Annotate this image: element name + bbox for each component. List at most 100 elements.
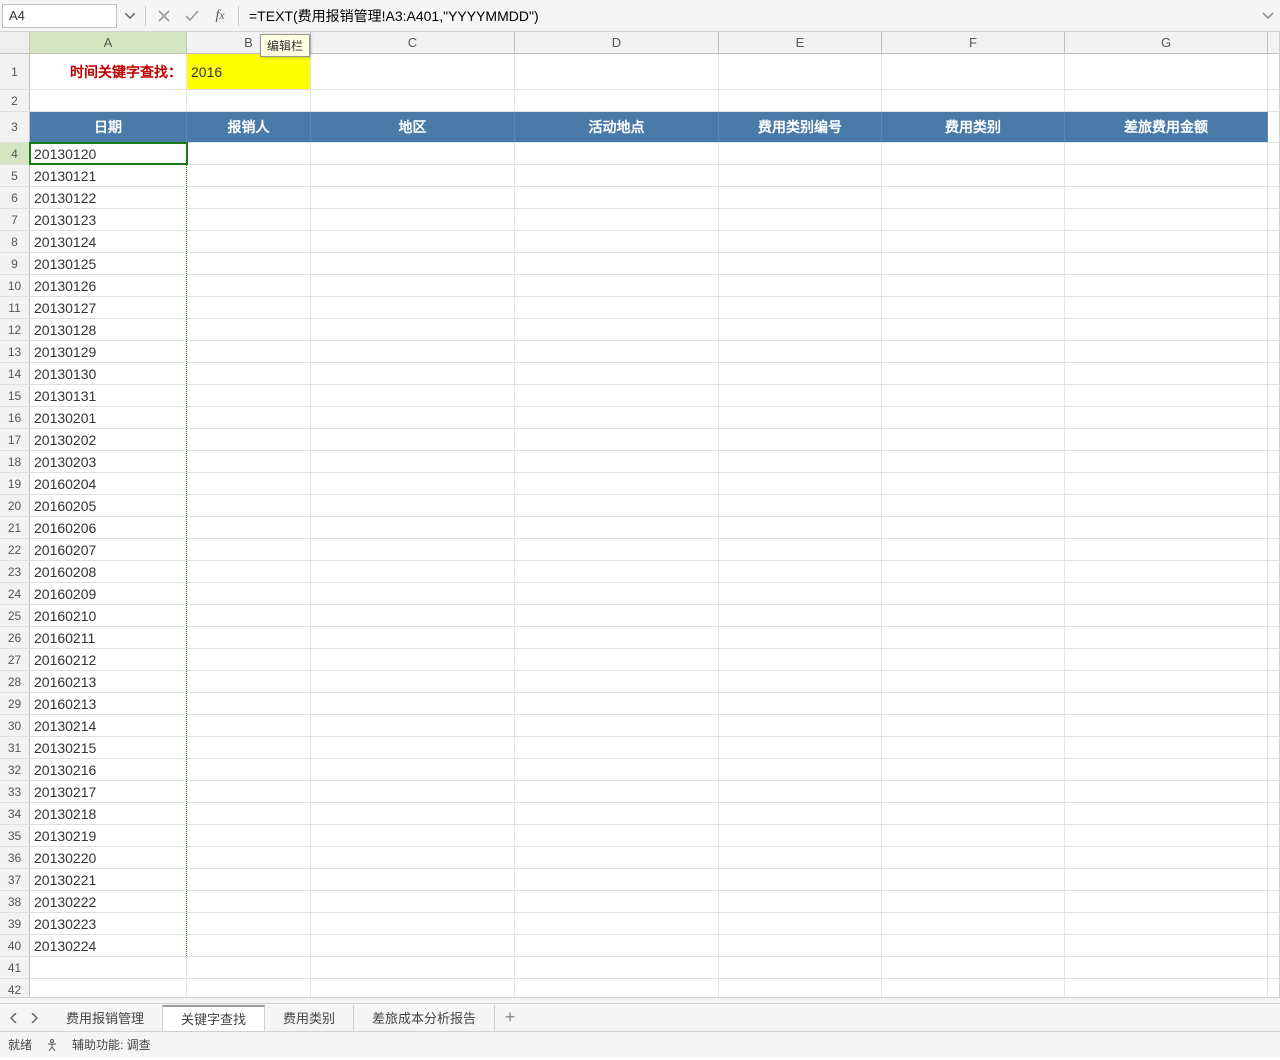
cell[interactable] <box>719 825 882 846</box>
cell[interactable] <box>187 473 311 494</box>
cell[interactable] <box>1065 935 1268 956</box>
cell[interactable] <box>311 407 515 428</box>
cell[interactable] <box>882 693 1065 714</box>
cell[interactable] <box>1065 495 1268 516</box>
cell[interactable]: 时间关键字查找： <box>30 54 187 89</box>
row-header[interactable]: 25 <box>0 605 30 626</box>
cell[interactable] <box>882 407 1065 428</box>
cell[interactable]: 20130127 <box>30 297 187 318</box>
cell[interactable] <box>882 847 1065 868</box>
row-header[interactable]: 41 <box>0 957 30 978</box>
cell[interactable] <box>187 825 311 846</box>
cell[interactable]: 地区 <box>311 112 515 142</box>
cell[interactable] <box>719 803 882 824</box>
cell[interactable] <box>1065 891 1268 912</box>
cell[interactable] <box>1065 825 1268 846</box>
cell[interactable] <box>187 363 311 384</box>
cell[interactable]: 20130124 <box>30 231 187 252</box>
cell[interactable] <box>1065 605 1268 626</box>
cell[interactable] <box>1065 143 1268 164</box>
cell[interactable] <box>719 451 882 472</box>
cell[interactable] <box>187 803 311 824</box>
cell[interactable] <box>515 429 719 450</box>
cell[interactable] <box>1065 90 1268 111</box>
sheet-tab[interactable]: 费用类别 <box>265 1005 354 1031</box>
cell[interactable] <box>882 627 1065 648</box>
cell[interactable] <box>311 957 515 978</box>
cell[interactable] <box>882 913 1065 934</box>
cell[interactable] <box>515 495 719 516</box>
cell[interactable] <box>515 385 719 406</box>
cell[interactable] <box>1065 539 1268 560</box>
row-header[interactable]: 20 <box>0 495 30 516</box>
cell[interactable] <box>1065 759 1268 780</box>
cell[interactable] <box>1065 407 1268 428</box>
cell[interactable] <box>1065 671 1268 692</box>
cell[interactable] <box>515 54 719 89</box>
cell[interactable] <box>311 583 515 604</box>
row-header[interactable]: 39 <box>0 913 30 934</box>
row-header[interactable]: 11 <box>0 297 30 318</box>
row-header[interactable]: 30 <box>0 715 30 736</box>
row-header[interactable]: 4 <box>0 143 30 164</box>
cell[interactable] <box>311 913 515 934</box>
cell[interactable] <box>187 891 311 912</box>
cell[interactable] <box>311 253 515 274</box>
cell[interactable] <box>30 90 187 111</box>
cell[interactable] <box>187 957 311 978</box>
cell[interactable] <box>882 495 1065 516</box>
cell[interactable] <box>187 90 311 111</box>
cell[interactable] <box>187 319 311 340</box>
cell[interactable]: 20130122 <box>30 187 187 208</box>
cell[interactable] <box>311 825 515 846</box>
cell[interactable] <box>882 253 1065 274</box>
row-header[interactable]: 6 <box>0 187 30 208</box>
cell[interactable] <box>719 143 882 164</box>
cell[interactable]: 20130201 <box>30 407 187 428</box>
cell[interactable] <box>719 715 882 736</box>
cell[interactable] <box>882 649 1065 670</box>
cell[interactable]: 20130221 <box>30 869 187 890</box>
cell[interactable] <box>311 495 515 516</box>
cell[interactable]: 20160209 <box>30 583 187 604</box>
cell[interactable] <box>187 209 311 230</box>
column-header-E[interactable]: E <box>719 32 882 53</box>
cell[interactable] <box>515 913 719 934</box>
cell[interactable] <box>515 407 719 428</box>
cell[interactable] <box>515 341 719 362</box>
row-header[interactable]: 35 <box>0 825 30 846</box>
cell[interactable] <box>882 275 1065 296</box>
row-header[interactable]: 7 <box>0 209 30 230</box>
cell[interactable] <box>187 605 311 626</box>
cell[interactable] <box>311 473 515 494</box>
cell[interactable] <box>311 847 515 868</box>
cell[interactable] <box>515 187 719 208</box>
cell[interactable] <box>515 649 719 670</box>
cell[interactable] <box>719 957 882 978</box>
row-header[interactable]: 23 <box>0 561 30 582</box>
cell[interactable] <box>719 54 882 89</box>
cell[interactable] <box>187 649 311 670</box>
cell[interactable] <box>719 187 882 208</box>
cell[interactable] <box>311 869 515 890</box>
cell[interactable]: 20130218 <box>30 803 187 824</box>
cell[interactable] <box>187 451 311 472</box>
cell[interactable] <box>1065 517 1268 538</box>
cell[interactable] <box>311 979 515 997</box>
row-header[interactable]: 15 <box>0 385 30 406</box>
cell[interactable]: 20160213 <box>30 693 187 714</box>
cell[interactable] <box>311 385 515 406</box>
cell[interactable] <box>311 363 515 384</box>
cell[interactable] <box>515 297 719 318</box>
row-header[interactable]: 42 <box>0 979 30 997</box>
cell[interactable] <box>1065 979 1268 997</box>
column-header-D[interactable]: D <box>515 32 719 53</box>
cell[interactable] <box>187 671 311 692</box>
cell[interactable] <box>1065 693 1268 714</box>
cell[interactable] <box>1065 341 1268 362</box>
cell[interactable]: 20130128 <box>30 319 187 340</box>
cell[interactable] <box>311 209 515 230</box>
cell[interactable] <box>311 627 515 648</box>
row-header[interactable]: 19 <box>0 473 30 494</box>
cell[interactable] <box>187 539 311 560</box>
